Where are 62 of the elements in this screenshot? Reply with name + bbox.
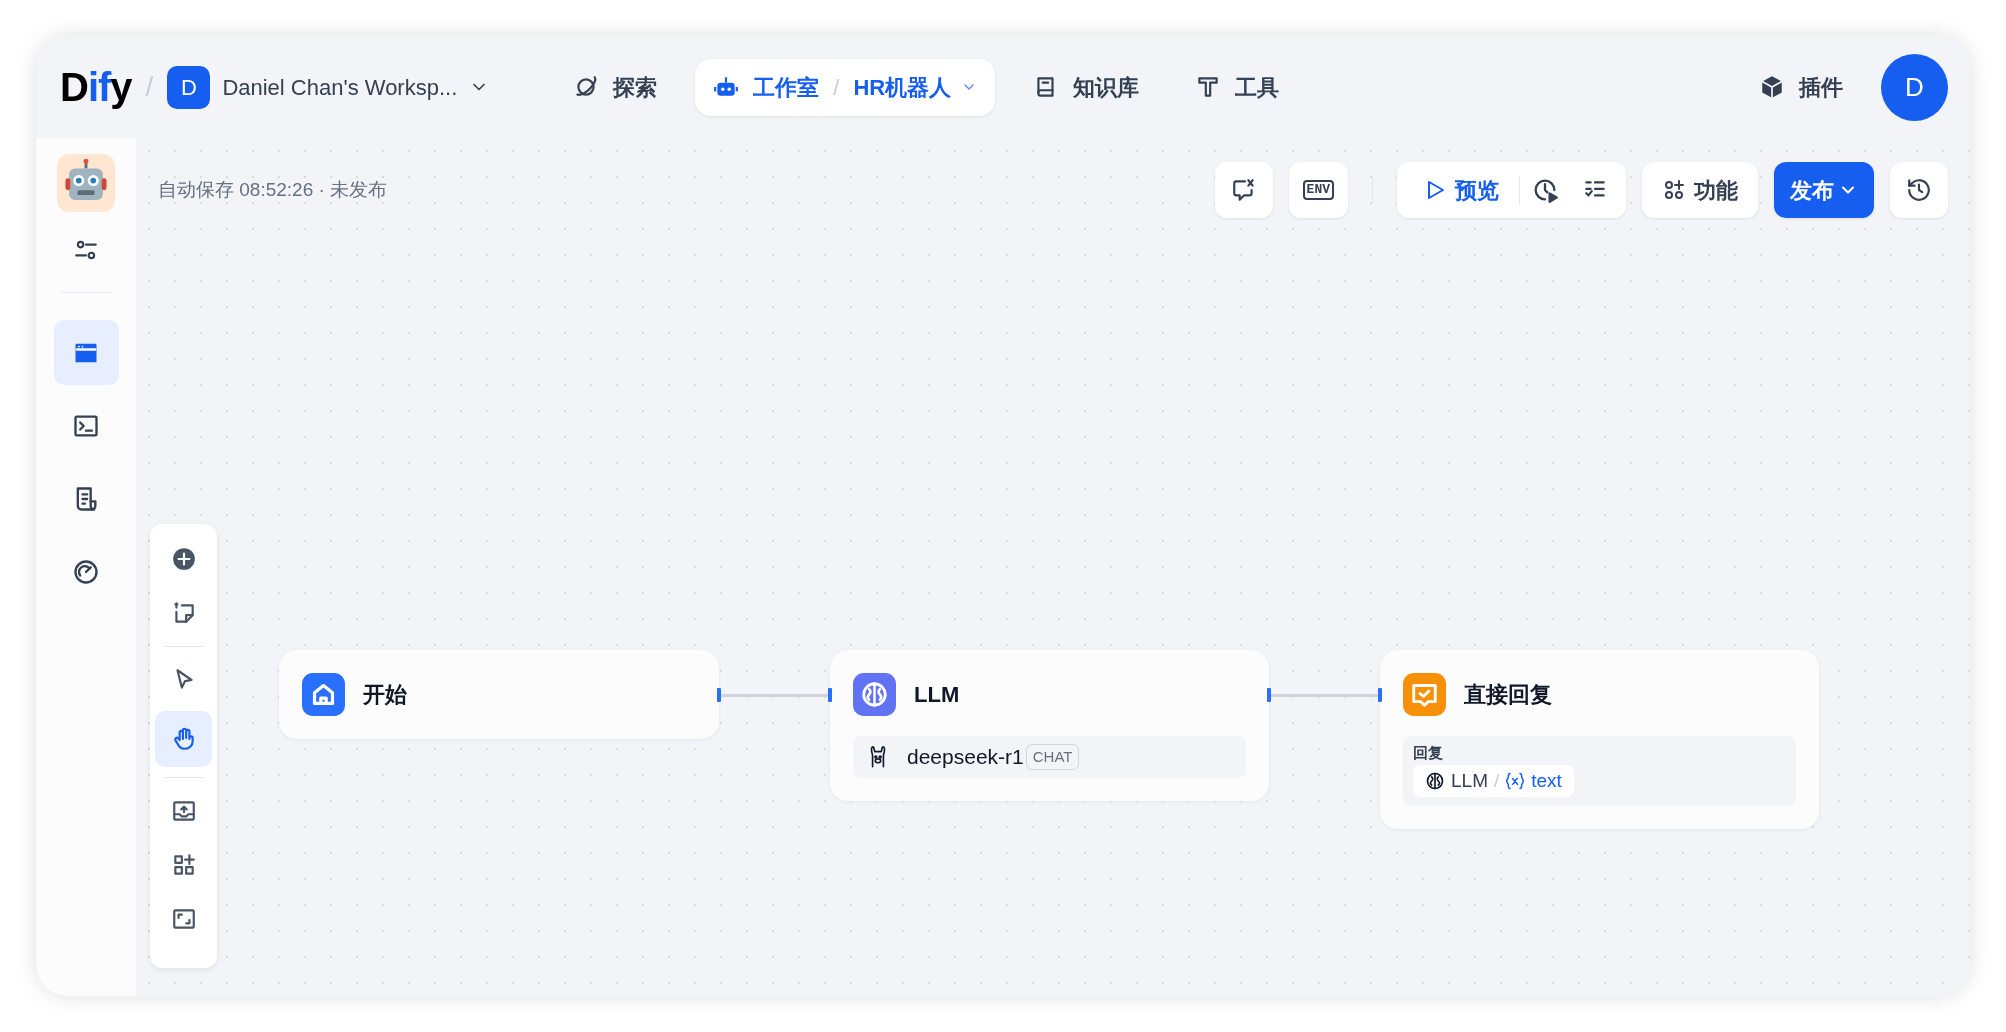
comment-x-icon	[1230, 177, 1257, 203]
version-history-button[interactable]	[1890, 162, 1948, 218]
nav-tab-label: 探索	[613, 73, 658, 102]
add-node-icon	[170, 546, 197, 572]
features-label: 功能	[1694, 176, 1738, 205]
reply-node-icon	[1403, 673, 1446, 716]
workflow-node[interactable]: LLM deepseek-r1 CHAT	[830, 650, 1269, 801]
nav-tab[interactable]: 工具	[1177, 58, 1298, 116]
user-avatar[interactable]: D	[1881, 53, 1948, 121]
mode-tag: CHAT	[1025, 743, 1080, 771]
features-icon	[1662, 178, 1686, 202]
publish-label: 发布	[1790, 176, 1834, 205]
publish-button[interactable]: 发布	[1774, 162, 1874, 218]
autosave-status: 自动保存 08:52:26 · 未发布	[158, 177, 388, 202]
workflow-node[interactable]: 开始	[279, 650, 719, 739]
model-name: deepseek-r1	[907, 744, 1024, 771]
cube-icon	[1759, 74, 1785, 100]
nav-tab-label: 知识库	[1073, 73, 1140, 102]
nav-tab-label: 工具	[1235, 73, 1280, 102]
connection-handle[interactable]	[1267, 688, 1271, 702]
env-label: ENV	[1302, 180, 1334, 200]
workflow-node[interactable]: 直接回复 回复 LLM / text	[1380, 650, 1819, 829]
reference-node-label: LLM	[1451, 768, 1488, 793]
connection-handle[interactable]	[1378, 688, 1382, 702]
dify-logo[interactable]: Dify	[60, 57, 132, 117]
plugins-label: 插件	[1799, 73, 1843, 102]
features-button[interactable]: 功能	[1642, 162, 1758, 218]
breadcrumb-separator: /	[833, 73, 840, 102]
variable-reference[interactable]: LLM / text	[1413, 764, 1574, 797]
env-button[interactable]: ENV	[1288, 162, 1348, 218]
connection-handle[interactable]	[717, 688, 721, 702]
node-title: 直接回复	[1464, 681, 1552, 709]
breadcrumb-separator: /	[145, 70, 154, 104]
gauge-icon	[72, 557, 100, 586]
field-label: 回复	[1413, 743, 1444, 763]
nav-tab[interactable]: 知识库	[1015, 58, 1158, 116]
plugins-button[interactable]: 插件	[1741, 58, 1861, 116]
node-title: 开始	[363, 681, 407, 709]
connection-handle[interactable]	[828, 688, 832, 702]
home-node-icon	[302, 673, 345, 716]
robot-app-icon[interactable]	[57, 154, 115, 212]
brain-icon	[1425, 770, 1445, 791]
node-title: LLM	[914, 681, 960, 709]
workspace-avatar: D	[167, 65, 211, 109]
variable-icon	[1505, 770, 1526, 791]
reference-variable-label: text	[1531, 768, 1562, 793]
sidebar-item[interactable]	[53, 320, 119, 385]
fit-view-icon	[170, 906, 197, 932]
brain-node-icon	[853, 673, 896, 716]
nav-tab[interactable]: 探索	[555, 58, 676, 116]
workspace-selector[interactable]: D Daniel Chan's Worksp...	[167, 65, 490, 109]
nav-tab-label: 工作室	[753, 73, 820, 102]
preview-label: 预览	[1455, 176, 1499, 205]
nav-tab[interactable]: 工作室 / HR机器人	[695, 58, 996, 116]
canvas-tool[interactable]	[155, 711, 212, 767]
model-selector[interactable]: deepseek-r1 CHAT	[853, 736, 1246, 778]
export-image-icon	[170, 798, 197, 824]
history-icon	[1906, 177, 1932, 203]
workspace-name: Daniel Chan's Worksp...	[222, 73, 458, 102]
comment-button[interactable]	[1214, 162, 1273, 218]
reference-separator-text: /	[1493, 768, 1500, 793]
app-name[interactable]: HR机器人	[853, 70, 952, 104]
